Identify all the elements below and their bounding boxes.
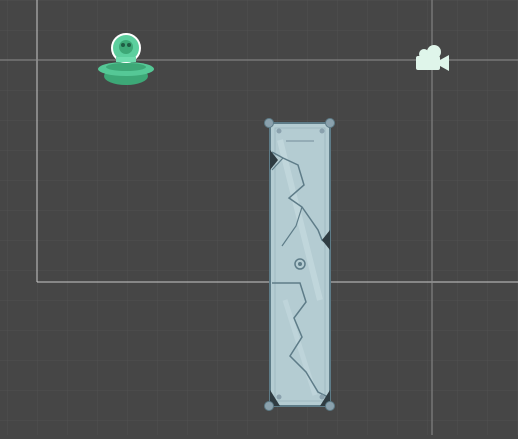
handle-top-right: [325, 118, 335, 128]
scene-canvas[interactable]: [0, 0, 518, 435]
handle-top-left: [264, 118, 274, 128]
scene-view[interactable]: [0, 0, 518, 435]
handle-bottom-right: [325, 401, 335, 411]
stone-pillar-sprite[interactable]: [269, 122, 331, 407]
handle-bottom-left: [264, 401, 274, 411]
